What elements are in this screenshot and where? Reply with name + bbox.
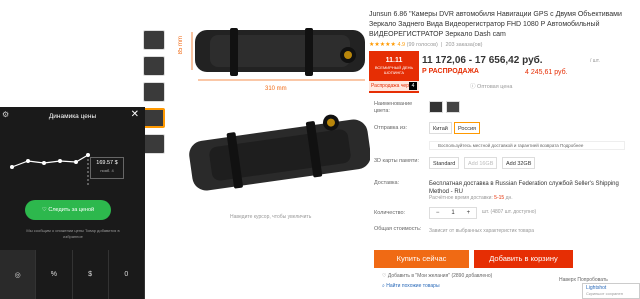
promo-timer: Распродажа через 4	[369, 81, 419, 91]
tooltip-date: нояб. 4	[100, 168, 114, 173]
wholesale-price[interactable]: ⓘ Оптовая цена	[470, 82, 513, 90]
lightshot-sub: Скриншот сохранен	[586, 291, 623, 296]
rating-row: ★★★★★ 4.9 (99 голосов) | 203 заказа(ов)	[369, 42, 483, 48]
play-icon[interactable]: 0	[109, 250, 145, 299]
close-icon[interactable]: ✕	[131, 109, 139, 120]
memory-16gb[interactable]: Add 16GB	[464, 157, 498, 169]
delivery-time-suffix: дн.	[505, 195, 513, 201]
promo-logo: 11.11	[385, 57, 403, 64]
panel-header: ⚙ Динамика цены ✕	[0, 107, 145, 125]
star-rating-icon: ★★★★★	[369, 42, 396, 48]
follow-price-button[interactable]: ♡ Следить за ценой	[25, 200, 111, 220]
color-label: Наименование цвета:	[374, 101, 413, 114]
heart-icon: ♡	[382, 273, 387, 279]
thumbnail[interactable]	[143, 82, 165, 102]
orders-count: 203 заказа(ов)	[445, 42, 483, 48]
color-swatch[interactable]	[446, 101, 460, 113]
tooltip-price: 169.57 $	[96, 160, 118, 166]
sale-price: 4 245,61 руб.	[525, 69, 568, 76]
delivery-label: Доставка:	[374, 180, 400, 186]
thumbnail-list	[143, 30, 167, 160]
total-label: Общая стоимость:	[374, 226, 422, 232]
find-similar-label: Найти похожие товары	[386, 283, 440, 289]
qty-minus-button[interactable]: −	[430, 208, 445, 218]
qty-available: шт. (4807 шт. доступно)	[482, 209, 537, 215]
total-note: Зависит от выбранных характеристик товар…	[429, 228, 534, 234]
color-swatch[interactable]	[429, 101, 443, 113]
ship-from-russia[interactable]: Россия	[454, 122, 481, 134]
ship-from-label: Отправка из:	[374, 125, 408, 131]
panel-note: Мы сообщим о снижении цены Товар добавит…	[26, 228, 120, 239]
wholesale-label: Оптовая цена	[477, 84, 513, 90]
buy-now-button[interactable]: Купить сейчас	[374, 250, 469, 268]
lightshot-notification[interactable]: Lightshot Скриншот сохранен	[582, 283, 640, 299]
promo-timer-label: Распродажа через	[371, 83, 414, 89]
product-image[interactable]	[170, 10, 371, 220]
delivery-time-prefix: Расчётное время доставки:	[429, 195, 493, 201]
info-icon: ⓘ	[470, 84, 476, 90]
search-icon: ⌕	[382, 283, 385, 289]
qty-value[interactable]: 1	[445, 208, 460, 218]
rating-value: 4.9	[397, 42, 406, 48]
dimension-width: 310 mm	[265, 86, 287, 92]
delivery-time: Расчётное время доставки: 5-15 дн.	[429, 195, 513, 201]
percent-icon[interactable]: %	[36, 250, 73, 299]
qty-plus-button[interactable]: +	[461, 208, 476, 218]
ship-from-china[interactable]: Китай	[429, 122, 452, 134]
product-page: 85 mm 310 mm Наведите курсор, чтобы увел…	[0, 0, 640, 299]
quantity-label: Количество:	[374, 210, 406, 216]
price-range: 11 172,06 - 17 656,42 руб.	[422, 55, 543, 66]
promo-timer-value: 4	[409, 82, 417, 90]
wishlist-label: Добавить в "Мои желания" (2890 добавлено…	[387, 273, 493, 279]
dollar-icon[interactable]: $	[73, 250, 109, 299]
product-info: Junsun 6.86 "Камеры DVR автомобиля Навиг…	[369, 10, 639, 48]
wishlist-link[interactable]: ♡ Добавить в "Мои желания" (2890 добавле…	[382, 273, 492, 279]
local-delivery-text: Воспользуйтесь местной доставкой и гаран…	[438, 143, 584, 148]
price-tooltip: 169.57 $ нояб. 4	[90, 157, 124, 179]
location-icon[interactable]: ◎	[0, 250, 37, 299]
sale-label: Р РАСПРОДАЖА	[422, 68, 479, 75]
local-delivery-note[interactable]: Воспользуйтесь местной доставкой и гаран…	[429, 141, 625, 150]
zoom-hint: Наведите курсор, чтобы увеличить	[230, 214, 312, 220]
thumbnail-active[interactable]	[143, 108, 165, 128]
heart-icon: ♡	[41, 207, 47, 213]
product-title: Junsun 6.86 "Камеры DVR автомобиля Навиг…	[369, 11, 622, 38]
delivery-days: 5-15	[494, 195, 505, 201]
add-to-cart-button[interactable]: Добавить в корзину	[474, 250, 573, 268]
price-history-panel: ⚙ Динамика цены ✕ 169.57 $ нояб. 4 ♡ Сле…	[0, 107, 145, 299]
quantity-stepper: − 1 +	[429, 207, 477, 219]
rating-count[interactable]: (99 голосов)	[407, 42, 438, 48]
panel-title: Динамика цены	[48, 112, 97, 120]
promo-text: ВСЕМИРНЫЙ ДЕНЬ ШОПИНГА	[374, 65, 414, 75]
memory-standard[interactable]: Standard	[429, 157, 460, 169]
thumbnail[interactable]	[143, 30, 165, 50]
delivery-text[interactable]: Бесплатная доставка в Russian Federation…	[429, 180, 639, 196]
panel-toolbar: ◎ % $ 0	[0, 250, 145, 299]
thumbnail[interactable]	[143, 134, 165, 154]
memory-label: 3D карты памяти:	[374, 158, 419, 164]
dimension-height: 85 mm	[178, 36, 184, 55]
find-similar-link[interactable]: ⌕ Найти похожие товары	[382, 283, 440, 289]
thumbnail[interactable]	[143, 56, 165, 76]
memory-32gb[interactable]: Add 32GB	[502, 157, 536, 169]
price-unit: / шт.	[590, 58, 600, 64]
gear-icon[interactable]: ⚙	[2, 110, 9, 119]
sale-promo-banner: 11.11 ВСЕМИРНЫЙ ДЕНЬ ШОПИНГА Распродажа …	[369, 51, 419, 93]
follow-price-label: Следить за ценой	[48, 207, 95, 213]
